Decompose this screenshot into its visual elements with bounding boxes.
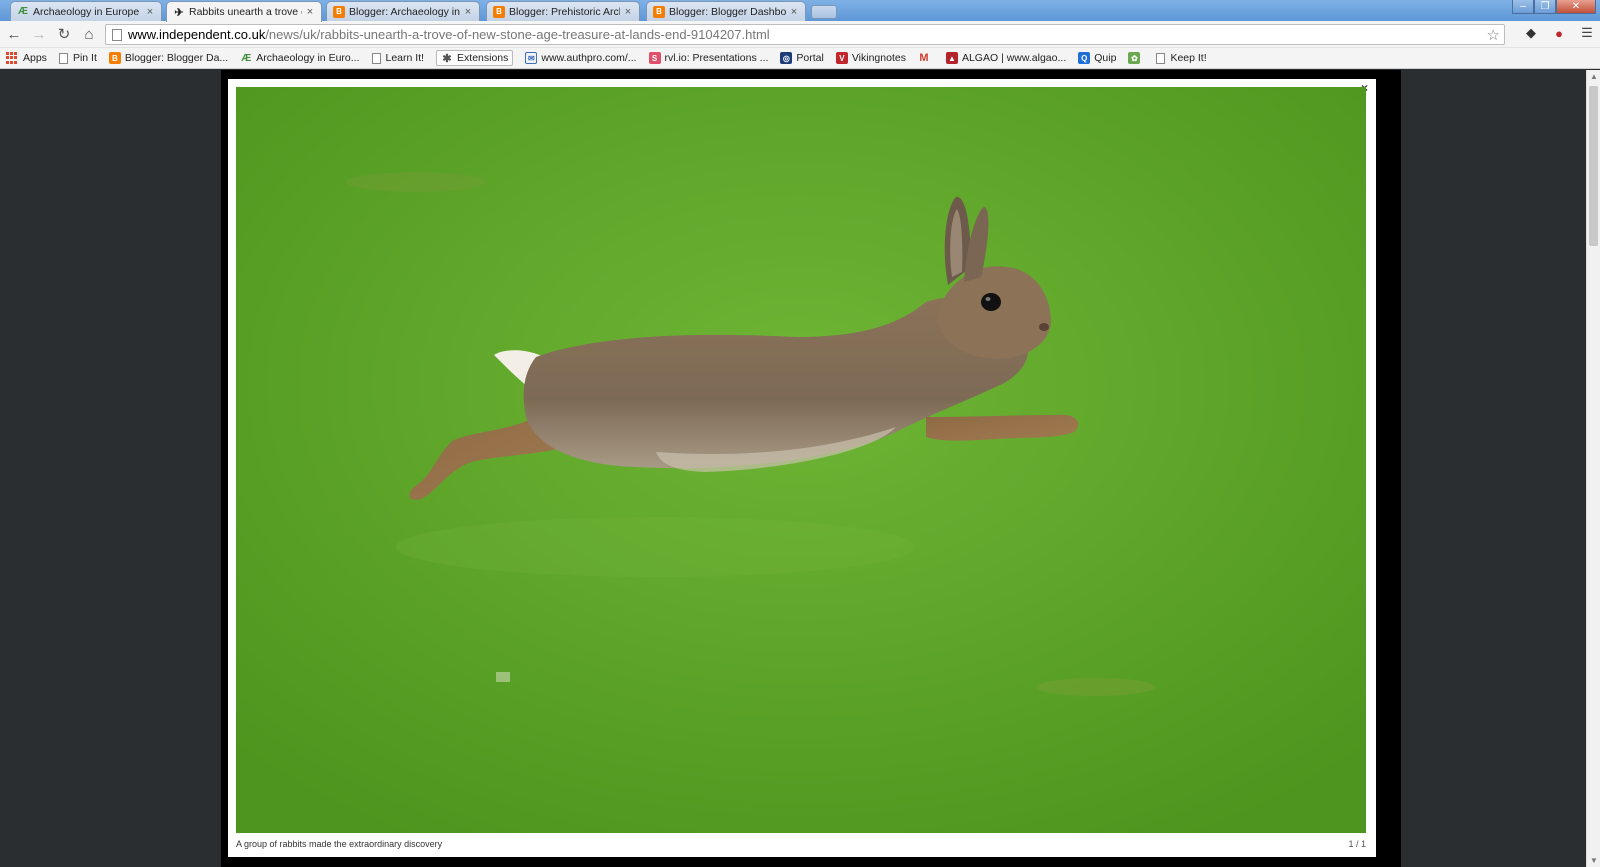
bookmarks-bar: Apps Pin It B Blogger: Blogger Da... Æ A…	[0, 48, 1600, 69]
bookmark-vikingnotes[interactable]: V Vikingnotes	[835, 52, 906, 64]
bookmark-label: Portal	[796, 52, 824, 64]
bookmark-blogger-dashboard[interactable]: B Blogger: Blogger Da...	[108, 52, 229, 64]
page-icon	[58, 52, 68, 64]
bookmark-label: rvl.io: Presentations ...	[664, 52, 769, 64]
bookmark-label: Apps	[23, 52, 47, 64]
scroll-thumb[interactable]	[1589, 86, 1598, 246]
tab-label: Blogger: Archaeology in E	[349, 5, 460, 18]
close-tab-icon[interactable]: ×	[789, 6, 799, 18]
ae-icon: Æ	[18, 6, 28, 17]
minimize-icon[interactable]: –	[1512, 0, 1534, 14]
forward-arrow-icon[interactable]: →	[28, 23, 50, 45]
blogger-icon: B	[493, 5, 505, 18]
page-scrollbar[interactable]: ▲ ▼	[1586, 70, 1600, 867]
window-controls: – ❐ ✕	[1512, 0, 1596, 14]
bookmark-authpro[interactable]: ✉ www.authpro.com/...	[525, 52, 637, 64]
bookmark-archaeology-europe[interactable]: Æ Archaeology in Euro...	[240, 52, 359, 64]
tab-archaeology-europe[interactable]: Æ Archaeology in Europe - A ×	[10, 1, 162, 21]
extension-icons: ◆ ● ☰	[1522, 24, 1596, 42]
slides-icon: S	[648, 52, 661, 64]
eagle-icon: ✈	[174, 6, 184, 19]
reload-icon[interactable]: ↻	[53, 23, 75, 45]
browser-toolbar: ← → ↻ ⌂ www.independent.co.uk /news/uk/r…	[0, 21, 1600, 48]
tab-label: Blogger: Prehistoric Archa	[509, 5, 620, 18]
bookmark-label: ALGAO | www.algao...	[961, 52, 1067, 64]
puzzle-icon: ✱	[442, 52, 452, 65]
quip-icon: Q	[1078, 52, 1091, 64]
bookmark-label: www.authpro.com/...	[541, 52, 637, 64]
rabbit-illustration	[236, 87, 1366, 833]
close-tab-icon[interactable]: ×	[623, 6, 633, 18]
tab-blogger-prehistoric[interactable]: B Blogger: Prehistoric Archa ×	[486, 1, 640, 21]
url-path: /news/uk/rabbits-unearth-a-trove-of-new-…	[265, 27, 770, 42]
tab-rabbits-article[interactable]: ✈ Rabbits unearth a trove of ×	[166, 1, 322, 22]
page-icon	[112, 28, 122, 41]
url-host: www.independent.co.uk	[128, 27, 266, 42]
bookmark-portal[interactable]: ◎ Portal	[780, 52, 824, 64]
bookmark-label: Extensions	[457, 52, 509, 64]
bookmark-learn-it[interactable]: Learn It!	[371, 52, 425, 64]
page-icon	[371, 52, 381, 64]
bookmark-picasa[interactable]: ✿	[1128, 52, 1144, 64]
menu-icon[interactable]: ☰	[1578, 24, 1596, 42]
bookmark-label: Pin It	[72, 52, 97, 64]
blogger-icon: B	[653, 5, 665, 18]
close-tab-icon[interactable]: ×	[145, 6, 155, 18]
bookmark-gmail[interactable]: M	[918, 52, 934, 64]
tab-blogger-dashboard[interactable]: B Blogger: Blogger Dashboa ×	[646, 1, 806, 21]
extension-badge-icon[interactable]: ●	[1550, 24, 1568, 42]
back-arrow-icon[interactable]: ←	[3, 23, 25, 45]
restore-icon[interactable]: ❐	[1534, 0, 1556, 14]
bookmark-label: Keep It!	[1170, 52, 1207, 64]
scroll-up-icon[interactable]: ▲	[1590, 72, 1598, 81]
bookmark-quip[interactable]: Q Quip	[1078, 52, 1116, 64]
bookmark-keep-it[interactable]: Keep It!	[1156, 52, 1207, 64]
authpro-icon: ✉	[525, 52, 538, 64]
portal-icon: ◎	[780, 52, 793, 64]
apps-grid-icon	[6, 52, 18, 64]
image-caption: A group of rabbits made the extraordinar…	[236, 839, 443, 849]
gmail-icon: M	[919, 52, 929, 64]
bookmark-label: Quip	[1094, 52, 1117, 64]
bookmark-label: Archaeology in Euro...	[256, 52, 360, 64]
bookmark-extensions[interactable]: ✱ Extensions	[436, 50, 514, 66]
star-icon[interactable]: ☆	[1487, 26, 1500, 44]
blogger-icon: B	[333, 5, 345, 18]
bookmark-algao[interactable]: ▲ ALGAO | www.algao...	[945, 52, 1067, 64]
tab-blogger-archaeology[interactable]: B Blogger: Archaeology in E ×	[326, 1, 480, 21]
tab-strip: Æ Archaeology in Europe - A × ✈ Rabbits …	[0, 0, 1600, 22]
bookmark-pin-it[interactable]: Pin It	[58, 52, 97, 64]
bookmark-label: Learn It!	[385, 52, 425, 64]
tab-label: Archaeology in Europe - A	[33, 5, 142, 18]
image-lightbox: ×	[228, 79, 1376, 857]
ae-icon: Æ	[241, 52, 252, 64]
pocket-icon[interactable]: ◆	[1522, 24, 1540, 42]
tab-label: Blogger: Blogger Dashboa	[669, 5, 786, 18]
scroll-down-icon[interactable]: ▼	[1590, 856, 1598, 865]
algao-icon: ▲	[945, 52, 958, 64]
viking-icon: V	[835, 52, 848, 64]
address-bar[interactable]: www.independent.co.uk /news/uk/rabbits-u…	[105, 24, 1505, 45]
rabbit-photo	[236, 87, 1366, 833]
close-window-icon[interactable]: ✕	[1556, 0, 1596, 14]
home-icon[interactable]: ⌂	[78, 23, 100, 45]
new-tab-button[interactable]	[811, 5, 837, 19]
image-counter: 1 / 1	[1348, 839, 1366, 849]
bookmark-label: Blogger: Blogger Da...	[124, 52, 229, 64]
bookmark-label: Vikingnotes	[851, 52, 906, 64]
close-tab-icon[interactable]: ×	[463, 6, 473, 18]
close-tab-icon[interactable]: ×	[305, 6, 315, 18]
page-icon	[1156, 52, 1166, 64]
bookmark-apps[interactable]: Apps	[6, 52, 47, 64]
tab-label: Rabbits unearth a trove of	[189, 6, 302, 18]
blogger-icon: B	[108, 52, 121, 64]
picasa-icon: ✿	[1128, 52, 1141, 64]
bookmark-rvlio[interactable]: S rvl.io: Presentations ...	[648, 52, 769, 64]
